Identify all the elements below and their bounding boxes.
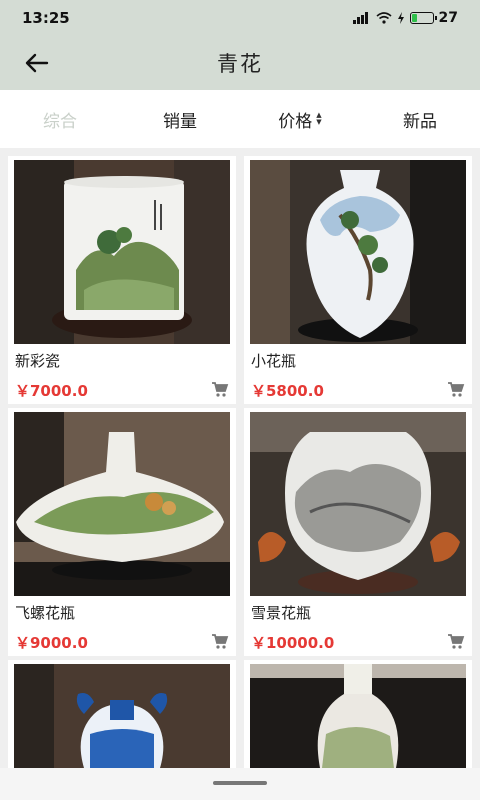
product-price: ￥5800.0 — [251, 382, 324, 400]
tab-label: 综合 — [43, 111, 77, 132]
product-card[interactable]: 飞螺花瓶 ￥9000.0 — [8, 408, 236, 656]
sort-updown-icon: ▲ ▼ — [316, 111, 322, 126]
tab-sales[interactable]: 销量 — [120, 107, 240, 132]
status-time: 13:25 — [22, 9, 70, 27]
charging-icon — [397, 12, 404, 24]
product-image — [250, 412, 466, 596]
product-name: 新彩瓷 — [15, 352, 61, 370]
product-name: 飞螺花瓶 — [15, 604, 76, 622]
product-image — [250, 160, 466, 344]
product-price: ￥9000.0 — [15, 634, 88, 652]
product-price: ￥10000.0 — [251, 634, 335, 652]
tab-label: 新品 — [403, 111, 437, 132]
tab-comprehensive[interactable]: 综合 — [0, 107, 120, 132]
product-card[interactable]: 雪景花瓶 ￥10000.0 — [244, 408, 472, 656]
product-image — [14, 160, 230, 344]
add-to-cart-button[interactable] — [447, 380, 465, 398]
battery-level — [411, 14, 417, 22]
product-name: 小花瓶 — [251, 352, 297, 370]
status-bar: 13:25 27 — [0, 0, 480, 36]
arrow-left-icon — [25, 53, 49, 73]
sort-tabs: 综合 销量 价格 ▲ ▼ 新品 — [0, 90, 480, 148]
battery-icon — [409, 12, 437, 24]
add-to-cart-button[interactable] — [211, 380, 229, 398]
cart-icon — [212, 634, 229, 649]
status-icons: 27 — [352, 10, 458, 26]
product-card[interactable] — [244, 660, 472, 768]
add-to-cart-button[interactable] — [447, 632, 465, 650]
product-card[interactable] — [8, 660, 236, 768]
tab-label: 价格 — [278, 111, 313, 132]
battery-percent: 27 — [438, 10, 458, 26]
page-title: 青花 — [217, 52, 263, 76]
cart-icon — [212, 382, 229, 397]
product-card[interactable]: 小花瓶 ￥5800.0 — [244, 156, 472, 404]
tab-new[interactable]: 新品 — [360, 107, 480, 132]
product-image — [250, 664, 466, 768]
product-name: 雪景花瓶 — [251, 604, 312, 622]
product-price: ￥7000.0 — [15, 382, 88, 400]
app-bar: 青花 — [0, 36, 480, 90]
cart-icon — [448, 634, 465, 649]
back-button[interactable] — [20, 47, 54, 79]
home-indicator[interactable] — [213, 781, 267, 785]
signal-icon — [352, 12, 368, 24]
tab-label: 销量 — [163, 111, 197, 132]
tab-price[interactable]: 价格 ▲ ▼ — [240, 107, 360, 132]
add-to-cart-button[interactable] — [211, 632, 229, 650]
wifi-icon — [375, 12, 392, 24]
product-image — [14, 664, 230, 768]
cart-icon — [448, 382, 465, 397]
product-card[interactable]: 新彩瓷 ￥7000.0 — [8, 156, 236, 404]
product-image — [14, 412, 230, 596]
